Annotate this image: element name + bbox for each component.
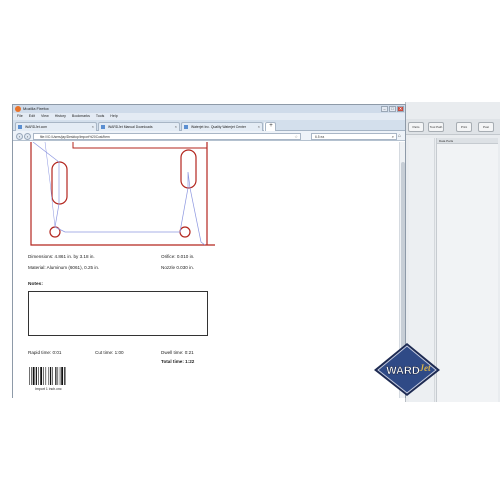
- bg-parts-button[interactable]: Parts: [408, 122, 424, 132]
- close-tab-icon[interactable]: ×: [258, 123, 260, 131]
- part-outline: [30, 142, 215, 246]
- close-tab-icon[interactable]: ×: [92, 123, 94, 131]
- bg-post-button[interactable]: Post: [478, 122, 494, 132]
- forward-icon[interactable]: ›: [24, 133, 31, 140]
- tab-favicon: [101, 125, 105, 129]
- nozzle-text: Nozzle 0.030 in.: [161, 265, 194, 270]
- tab-label: Waterjet Inc. Quality Waterjet Center: [191, 125, 246, 129]
- minimize-button[interactable]: –: [381, 106, 388, 112]
- barcode-bar: [64, 367, 66, 385]
- rapid-time-text: Rapid time: 0:01: [28, 350, 62, 355]
- tab-manual-downloads[interactable]: WARDJet Manual Downloads ×: [98, 122, 180, 131]
- home-icon[interactable]: ⌂: [398, 133, 404, 140]
- barcode-bar: [32, 367, 35, 385]
- barcode-bar: [50, 367, 52, 385]
- search-value: 6.5 ea: [315, 135, 325, 139]
- close-tab-icon[interactable]: ×: [175, 123, 177, 131]
- barcode-bar: [38, 367, 39, 385]
- tab-bar: WARDJet.com × WARDJet Manual Downloads ×…: [13, 120, 405, 131]
- firefox-icon: [15, 106, 21, 112]
- address-bar[interactable]: file:///C:/Users/jay/Desktop/Import%20Co…: [33, 133, 301, 140]
- logo-script: Jet: [419, 363, 431, 373]
- tab-label: WARDJet.com: [25, 125, 48, 129]
- tab-label: WARDJet Manual Downloads: [108, 125, 153, 129]
- menu-edit[interactable]: Edit: [29, 113, 35, 120]
- title-bar: Mozilla Firefox – □ ✕: [13, 105, 405, 113]
- barcode-label: Import 1 inch.cnc: [35, 387, 62, 391]
- bookmark-star-icon[interactable]: ☆: [294, 134, 298, 139]
- orifice-text: Orifice: 0.010 in.: [161, 254, 195, 259]
- barcode-bar: [52, 367, 53, 385]
- background-app-toolbar: Parts Tool Path Print Post: [406, 119, 500, 135]
- dwell-time-text: Dwell time: 0:21: [161, 350, 194, 355]
- barcode-bar: [45, 367, 47, 385]
- maximize-button[interactable]: □: [389, 106, 396, 112]
- cut-time-text: Cut time: 1:00: [95, 350, 124, 355]
- barcode-bar: [57, 367, 59, 385]
- part-outline-top: [72, 142, 208, 149]
- part-drawing: [30, 142, 215, 246]
- menu-history[interactable]: History: [55, 113, 66, 120]
- menu-help[interactable]: Help: [110, 113, 117, 120]
- bg-print-button[interactable]: Print: [456, 122, 472, 132]
- scrollbar-thumb[interactable]: [401, 162, 405, 362]
- barcode-bar: [40, 367, 43, 385]
- barcode-bar: [43, 367, 44, 385]
- barcode-bar: [55, 367, 57, 385]
- screenshot-stage: Parts Tool Path Print Post Data Parts Mo…: [0, 0, 500, 500]
- background-app-panel: Data Parts: [436, 138, 498, 402]
- tab-favicon: [18, 125, 22, 129]
- barcode-bar: [48, 367, 50, 385]
- barcode-bar: [35, 367, 37, 385]
- dimensions-text: Dimensions: 4.861 in. by 3.18 in.: [28, 254, 95, 259]
- menu-bookmarks[interactable]: Bookmarks: [72, 113, 90, 120]
- logo-text: WARD: [386, 365, 420, 377]
- tab-waterjet-center[interactable]: Waterjet Inc. Quality Waterjet Center ×: [181, 122, 263, 131]
- menu-view[interactable]: View: [41, 113, 49, 120]
- search-icon[interactable]: ⌕: [392, 134, 394, 140]
- barcode: [29, 367, 66, 385]
- notes-label: Notes:: [28, 282, 43, 287]
- total-time-text: Total time: 1:22: [161, 359, 195, 364]
- barcode-bar: [61, 367, 64, 385]
- tab-wardjet[interactable]: WARDJet.com ×: [15, 122, 97, 131]
- wardjet-logo: WARD Jet: [374, 343, 440, 396]
- barcode-bar: [59, 367, 61, 385]
- material-text: Material: Aluminum (6061), 0.25 in.: [28, 265, 100, 270]
- tab-favicon: [184, 125, 188, 129]
- window-title: Mozilla Firefox: [23, 106, 49, 111]
- bg-tool-path-button[interactable]: Tool Path: [428, 122, 444, 132]
- close-icon[interactable]: ✕: [397, 106, 404, 112]
- right-slot: [180, 149, 197, 189]
- menu-tools[interactable]: Tools: [96, 113, 104, 120]
- search-input[interactable]: 6.5 ea ⌕: [311, 133, 397, 140]
- menu-file[interactable]: File: [17, 113, 23, 120]
- browser-window: Mozilla Firefox – □ ✕ File Edit View His…: [12, 104, 406, 398]
- page-content: Dimensions: 4.861 in. by 3.18 in. Materi…: [13, 142, 399, 398]
- navigation-bar: ‹ › file:///C:/Users/jay/Desktop/Import%…: [13, 131, 405, 141]
- notes-box: [28, 291, 208, 336]
- back-icon[interactable]: ‹: [16, 133, 23, 140]
- bg-panel-title: Data Parts: [437, 138, 498, 144]
- new-tab-button[interactable]: +: [267, 123, 275, 130]
- barcode-bar: [31, 367, 32, 385]
- address-text: file:///C:/Users/jay/Desktop/Import%20Co…: [40, 135, 110, 139]
- barcode-bar: [29, 367, 30, 385]
- right-hole: [179, 226, 191, 238]
- window-controls: – □ ✕: [381, 106, 404, 112]
- left-slot: [51, 161, 68, 205]
- menu-bar: File Edit View History Bookmarks Tools H…: [13, 113, 405, 120]
